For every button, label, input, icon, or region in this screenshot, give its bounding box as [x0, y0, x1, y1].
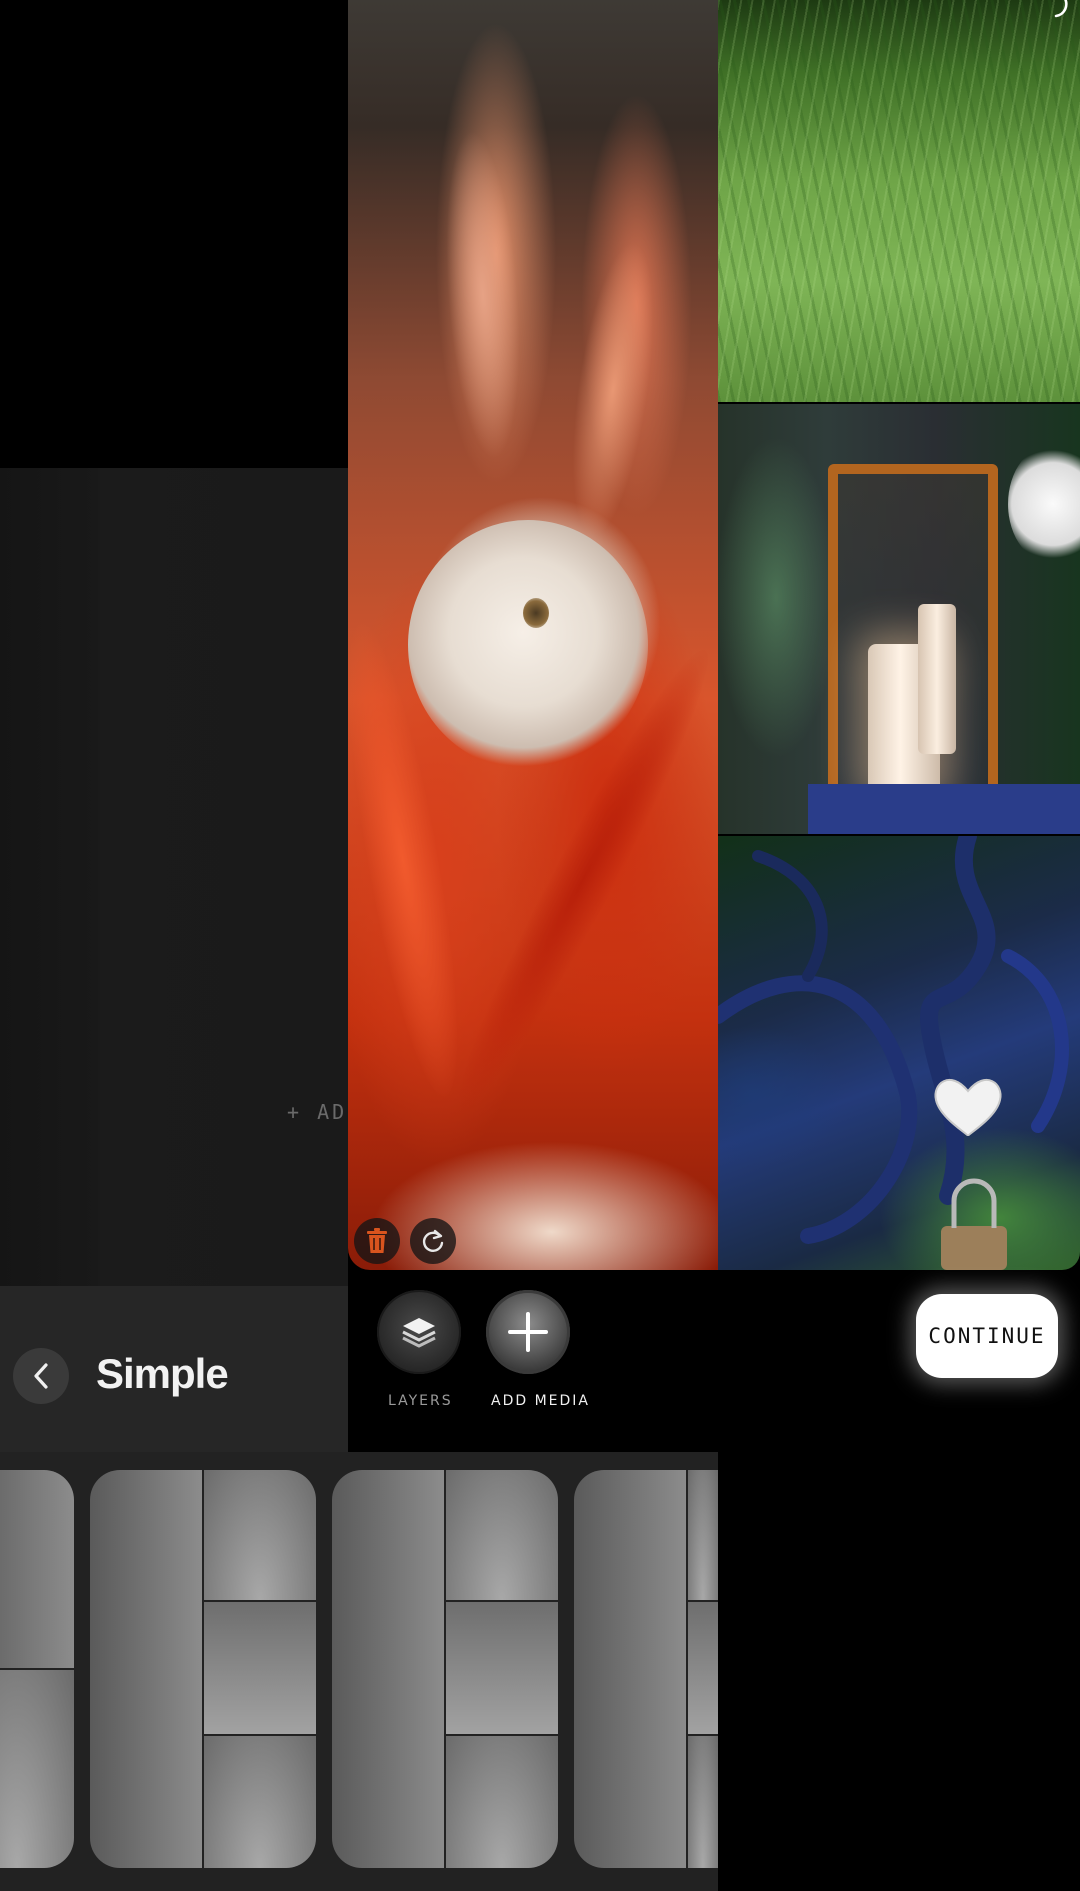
- undo-icon[interactable]: [1036, 0, 1076, 20]
- add-media-button[interactable]: [486, 1290, 570, 1374]
- layout-thumbnail-1[interactable]: [0, 1470, 74, 1868]
- trash-icon: [367, 1228, 387, 1253]
- delete-button[interactable]: [354, 1218, 400, 1264]
- add-media-label: ADD MEDIA: [491, 1393, 590, 1409]
- empty-slot[interactable]: [0, 468, 348, 1286]
- back-button[interactable]: [13, 1348, 69, 1404]
- layout-thumbnail-2[interactable]: [90, 1470, 316, 1868]
- rotate-button[interactable]: [410, 1218, 456, 1264]
- continue-button[interactable]: CONTINUE: [916, 1294, 1058, 1378]
- layers-label: LAYERS: [388, 1393, 453, 1409]
- rotate-icon: [422, 1229, 444, 1252]
- photo-slot-grass[interactable]: [718, 0, 1080, 402]
- plus-icon: [508, 1312, 548, 1352]
- layout-thumbnail-4[interactable]: [574, 1470, 718, 1868]
- panel-title: Simple: [96, 1350, 229, 1397]
- photo-slot-heart-lock[interactable]: [718, 836, 1080, 1270]
- chevron-left-icon: [34, 1363, 48, 1389]
- layers-icon: [402, 1318, 436, 1348]
- layers-button[interactable]: [377, 1290, 461, 1374]
- heart-lock-illustration: [718, 836, 1069, 1270]
- layout-thumbnail-3[interactable]: [332, 1470, 558, 1868]
- photo-slot-lantern[interactable]: [718, 404, 1080, 834]
- photo-slot-flower[interactable]: [348, 0, 718, 1270]
